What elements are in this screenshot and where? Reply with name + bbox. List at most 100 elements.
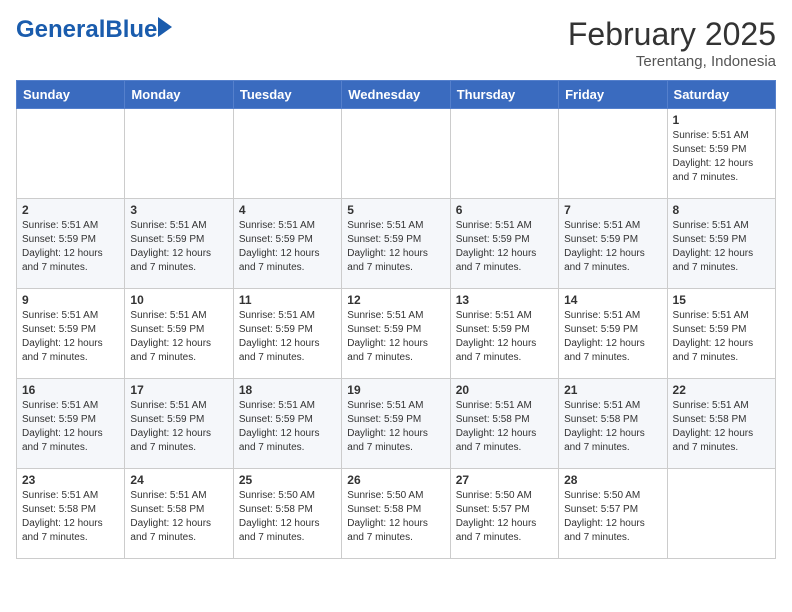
calendar-week-row: 16 Sunrise: 5:51 AM Sunset: 5:59 PM Dayli… [17, 379, 776, 469]
day-info: Sunrise: 5:51 AM Sunset: 5:59 PM Dayligh… [347, 219, 444, 275]
day-number: 1 [673, 113, 770, 127]
day-number: 23 [22, 473, 119, 487]
weekday-header-sunday: Sunday [17, 81, 125, 109]
day-info: Sunrise: 5:51 AM Sunset: 5:59 PM Dayligh… [347, 399, 444, 455]
weekday-header-wednesday: Wednesday [342, 81, 450, 109]
day-info: Sunrise: 5:50 AM Sunset: 5:58 PM Dayligh… [347, 489, 444, 545]
calendar-cell: 26 Sunrise: 5:50 AM Sunset: 5:58 PM Dayli… [342, 469, 450, 559]
calendar-cell: 2 Sunrise: 5:51 AM Sunset: 5:59 PM Daylig… [17, 199, 125, 289]
day-number: 11 [239, 293, 336, 307]
day-number: 18 [239, 383, 336, 397]
calendar-week-row: 2 Sunrise: 5:51 AM Sunset: 5:59 PM Daylig… [17, 199, 776, 289]
day-info: Sunrise: 5:51 AM Sunset: 5:59 PM Dayligh… [239, 219, 336, 275]
day-number: 22 [673, 383, 770, 397]
calendar-cell: 12 Sunrise: 5:51 AM Sunset: 5:59 PM Dayli… [342, 289, 450, 379]
calendar-cell: 22 Sunrise: 5:51 AM Sunset: 5:58 PM Dayli… [667, 379, 775, 469]
calendar-cell: 3Sunrise: 5:51 AM Sunset: 5:59 PM Daylig… [125, 199, 233, 289]
day-number: 16 [22, 383, 119, 397]
day-number: 27 [456, 473, 553, 487]
day-info: Sunrise: 5:51 AM Sunset: 5:59 PM Dayligh… [564, 219, 661, 275]
day-number: 26 [347, 473, 444, 487]
calendar-cell: 8 Sunrise: 5:51 AM Sunset: 5:59 PM Daylig… [667, 199, 775, 289]
calendar-table: SundayMondayTuesdayWednesdayThursdayFrid… [16, 80, 776, 559]
calendar-week-row: 9 Sunrise: 5:51 AM Sunset: 5:59 PM Daylig… [17, 289, 776, 379]
calendar-cell: 23 Sunrise: 5:51 AM Sunset: 5:58 PM Dayli… [17, 469, 125, 559]
logo: GeneralBlue [16, 16, 172, 44]
day-number: 5 [347, 203, 444, 217]
logo-general: General [16, 16, 105, 43]
page-header: GeneralBlue February 2025 Terentang, Ind… [16, 16, 776, 70]
day-number: 25 [239, 473, 336, 487]
calendar-cell: 21 Sunrise: 5:51 AM Sunset: 5:58 PM Dayli… [559, 379, 667, 469]
calendar-cell [125, 109, 233, 199]
day-number: 12 [347, 293, 444, 307]
calendar-cell: 6 Sunrise: 5:51 AM Sunset: 5:59 PM Daylig… [450, 199, 558, 289]
calendar-cell [450, 109, 558, 199]
day-number: 8 [673, 203, 770, 217]
day-info: Sunrise: 5:51 AM Sunset: 5:59 PM Dayligh… [130, 399, 227, 455]
calendar-cell: 7 Sunrise: 5:51 AM Sunset: 5:59 PM Daylig… [559, 199, 667, 289]
day-info: Sunrise: 5:51 AM Sunset: 5:58 PM Dayligh… [673, 399, 770, 455]
logo-blue: Blue [105, 16, 157, 43]
day-number: 4 [239, 203, 336, 217]
month-title: February 2025 [568, 16, 776, 53]
day-number: 15 [673, 293, 770, 307]
calendar-week-row: 23 Sunrise: 5:51 AM Sunset: 5:58 PM Dayli… [17, 469, 776, 559]
calendar-cell [559, 109, 667, 199]
day-info: Sunrise: 5:51 AM Sunset: 5:59 PM Dayligh… [456, 309, 553, 365]
weekday-header-thursday: Thursday [450, 81, 558, 109]
day-info: Sunrise: 5:51 AM Sunset: 5:58 PM Dayligh… [130, 489, 227, 545]
day-info: Sunrise: 5:51 AM Sunset: 5:59 PM Dayligh… [239, 399, 336, 455]
calendar-cell: 9Sunrise: 5:51 AM Sunset: 5:59 PM Daylig… [17, 289, 125, 379]
weekday-header-row: SundayMondayTuesdayWednesdayThursdayFrid… [17, 81, 776, 109]
day-info: Sunrise: 5:51 AM Sunset: 5:59 PM Dayligh… [456, 219, 553, 275]
calendar-cell: 4 Sunrise: 5:51 AM Sunset: 5:59 PM Daylig… [233, 199, 341, 289]
calendar-cell: 10 Sunrise: 5:51 AM Sunset: 5:59 PM Dayli… [125, 289, 233, 379]
calendar-cell: 1Sunrise: 5:51 AM Sunset: 5:59 PM Daylig… [667, 109, 775, 199]
day-info: Sunrise: 5:51 AM Sunset: 5:58 PM Dayligh… [564, 399, 661, 455]
day-number: 2 [22, 203, 119, 217]
calendar-week-row: 1Sunrise: 5:51 AM Sunset: 5:59 PM Daylig… [17, 109, 776, 199]
day-info: Sunrise: 5:51 AM Sunset: 5:59 PM Dayligh… [673, 219, 770, 275]
calendar-cell: 15 Sunrise: 5:51 AM Sunset: 5:59 PM Dayli… [667, 289, 775, 379]
day-number: 14 [564, 293, 661, 307]
day-info: Sunrise: 5:51 AM Sunset: 5:59 PM Dayligh… [22, 399, 119, 455]
day-number: 7 [564, 203, 661, 217]
day-number: 17 [130, 383, 227, 397]
calendar-cell: 16 Sunrise: 5:51 AM Sunset: 5:59 PM Dayli… [17, 379, 125, 469]
location: Terentang, Indonesia [568, 53, 776, 70]
calendar-cell: 20 Sunrise: 5:51 AM Sunset: 5:58 PM Dayli… [450, 379, 558, 469]
day-info: Sunrise: 5:51 AM Sunset: 5:58 PM Dayligh… [456, 399, 553, 455]
day-info: Sunrise: 5:51 AM Sunset: 5:59 PM Dayligh… [239, 309, 336, 365]
calendar-cell: 19 Sunrise: 5:51 AM Sunset: 5:59 PM Dayli… [342, 379, 450, 469]
calendar-cell: 14 Sunrise: 5:51 AM Sunset: 5:59 PM Dayli… [559, 289, 667, 379]
calendar-cell: 25 Sunrise: 5:50 AM Sunset: 5:58 PM Dayli… [233, 469, 341, 559]
logo-text: GeneralBlue [16, 16, 157, 44]
day-info: Sunrise: 5:51 AM Sunset: 5:59 PM Dayligh… [22, 219, 119, 275]
calendar-cell: 5 Sunrise: 5:51 AM Sunset: 5:59 PM Daylig… [342, 199, 450, 289]
calendar-cell [233, 109, 341, 199]
calendar-cell: 18 Sunrise: 5:51 AM Sunset: 5:59 PM Dayli… [233, 379, 341, 469]
day-number: 10 [130, 293, 227, 307]
day-number: 19 [347, 383, 444, 397]
weekday-header-friday: Friday [559, 81, 667, 109]
day-info: Sunrise: 5:50 AM Sunset: 5:58 PM Dayligh… [239, 489, 336, 545]
day-info: Sunrise: 5:51 AM Sunset: 5:59 PM Dayligh… [673, 309, 770, 365]
day-number: 20 [456, 383, 553, 397]
weekday-header-monday: Monday [125, 81, 233, 109]
day-number: 3 [130, 203, 227, 217]
calendar-cell [17, 109, 125, 199]
day-number: 21 [564, 383, 661, 397]
day-info: Sunrise: 5:51 AM Sunset: 5:58 PM Dayligh… [22, 489, 119, 545]
day-info: Sunrise: 5:51 AM Sunset: 5:59 PM Dayligh… [130, 309, 227, 365]
calendar-cell: 11 Sunrise: 5:51 AM Sunset: 5:59 PM Dayli… [233, 289, 341, 379]
day-info: Sunrise: 5:50 AM Sunset: 5:57 PM Dayligh… [564, 489, 661, 545]
day-number: 28 [564, 473, 661, 487]
day-number: 6 [456, 203, 553, 217]
day-info: Sunrise: 5:50 AM Sunset: 5:57 PM Dayligh… [456, 489, 553, 545]
weekday-header-saturday: Saturday [667, 81, 775, 109]
weekday-header-tuesday: Tuesday [233, 81, 341, 109]
day-info: Sunrise: 5:51 AM Sunset: 5:59 PM Dayligh… [347, 309, 444, 365]
day-info: Sunrise: 5:51 AM Sunset: 5:59 PM Dayligh… [564, 309, 661, 365]
day-number: 9 [22, 293, 119, 307]
